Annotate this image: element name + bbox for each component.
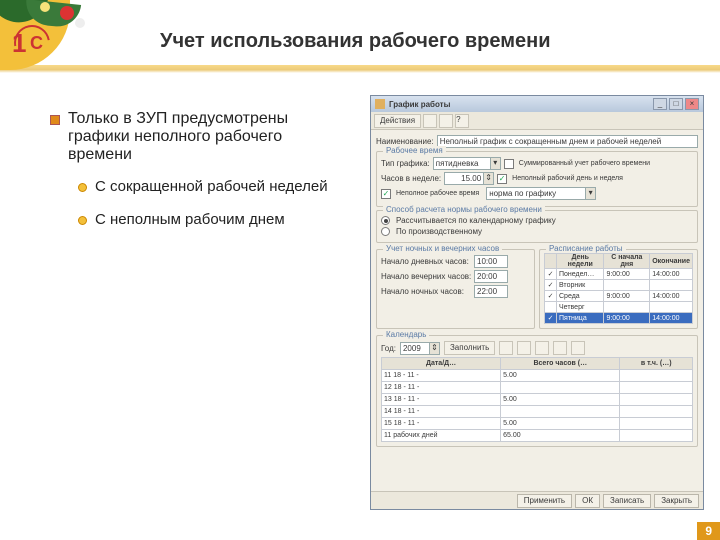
slide-title: Учет использования рабочего времени: [160, 30, 551, 53]
bullet-sub-1: С сокращенной рабочей неделей: [78, 178, 350, 195]
bullet-sub-2: С неполным рабочим днем: [78, 211, 350, 228]
cal-tool-icon[interactable]: [535, 341, 549, 355]
radio-calendar[interactable]: [381, 216, 390, 225]
reduce-checkbox[interactable]: [381, 189, 391, 199]
schedule-table[interactable]: День неделиС начала дняОкончание ✓Понеде…: [544, 253, 693, 324]
hours-input[interactable]: 15.00: [444, 172, 484, 185]
go-icon[interactable]: [439, 114, 453, 128]
chevron-down-icon[interactable]: ▾: [586, 187, 596, 200]
cal-tool-icon[interactable]: [553, 341, 567, 355]
bullet-icon: [50, 115, 60, 125]
ok-button[interactable]: ОК: [575, 494, 600, 508]
toolbar: Действия ?: [371, 112, 703, 130]
radio-production[interactable]: [381, 227, 390, 236]
decorative-corner: 1C: [0, 0, 90, 90]
1c-logo: 1C: [12, 28, 52, 60]
partial-checkbox[interactable]: [497, 174, 507, 184]
help-icon[interactable]: ?: [455, 114, 469, 128]
stepper-icon[interactable]: ⇕: [484, 172, 494, 185]
evening-input[interactable]: 20:00: [474, 270, 508, 283]
type-combo[interactable]: пятидневка: [433, 157, 491, 170]
page-number: 9: [697, 522, 720, 540]
bullet-icon: [78, 183, 87, 192]
close-button[interactable]: Закрыть: [654, 494, 699, 508]
maximize-button[interactable]: □: [669, 98, 683, 110]
year-input[interactable]: 2009: [400, 342, 430, 355]
title-underline: [0, 65, 720, 73]
chevron-down-icon[interactable]: ▾: [491, 157, 501, 170]
window-icon: [375, 99, 385, 109]
hours-label: Часов в неделе:: [381, 174, 441, 183]
cal-tool-icon[interactable]: [571, 341, 585, 355]
name-input[interactable]: Неполный график с сокращенным днем и раб…: [437, 135, 698, 148]
actions-menu[interactable]: Действия: [374, 114, 421, 128]
calendar-table[interactable]: Дата/Д…Всего часов (…в т.ч. (…) 11 18 - …: [381, 357, 693, 442]
bullet-icon: [78, 216, 87, 225]
norm-combo[interactable]: норма по графику: [486, 187, 586, 200]
daystart-input[interactable]: 10:00: [474, 255, 508, 268]
schedule-window: График работы _ □ × Действия ? Наименова…: [370, 95, 704, 510]
cal-tool-icon[interactable]: [517, 341, 531, 355]
fill-button[interactable]: Заполнить: [444, 341, 495, 355]
save-button[interactable]: Записать: [603, 494, 651, 508]
apply-button[interactable]: Применить: [517, 494, 572, 508]
footer-bar: Применить ОК Записать Закрыть: [371, 491, 703, 509]
calendar-section: Календарь Год: 2009⇕ Заполнить Дата/Д…Вс…: [376, 335, 698, 447]
norm-calc-section: Способ расчета нормы рабочего времени Ра…: [376, 210, 698, 243]
work-time-section: Рабочее время Тип графика: пятидневка▾ С…: [376, 151, 698, 207]
schedule-section: Расписание работы День неделиС начала дн…: [539, 249, 698, 329]
close-button[interactable]: ×: [685, 98, 699, 110]
titlebar[interactable]: График работы _ □ ×: [371, 96, 703, 112]
night-input[interactable]: 22:00: [474, 285, 508, 298]
type-label: Тип графика:: [381, 159, 430, 168]
window-title: График работы: [389, 100, 651, 109]
cal-tool-icon[interactable]: [499, 341, 513, 355]
save-icon[interactable]: [423, 114, 437, 128]
stepper-icon[interactable]: ⇕: [430, 342, 440, 355]
summ-checkbox[interactable]: [504, 159, 514, 169]
minimize-button[interactable]: _: [653, 98, 667, 110]
bullet-main: Только в ЗУП предусмотрены графики непол…: [50, 110, 350, 164]
name-label: Наименование:: [376, 137, 434, 146]
night-hours-section: Учет ночных и вечерних часов Начало днев…: [376, 249, 535, 329]
